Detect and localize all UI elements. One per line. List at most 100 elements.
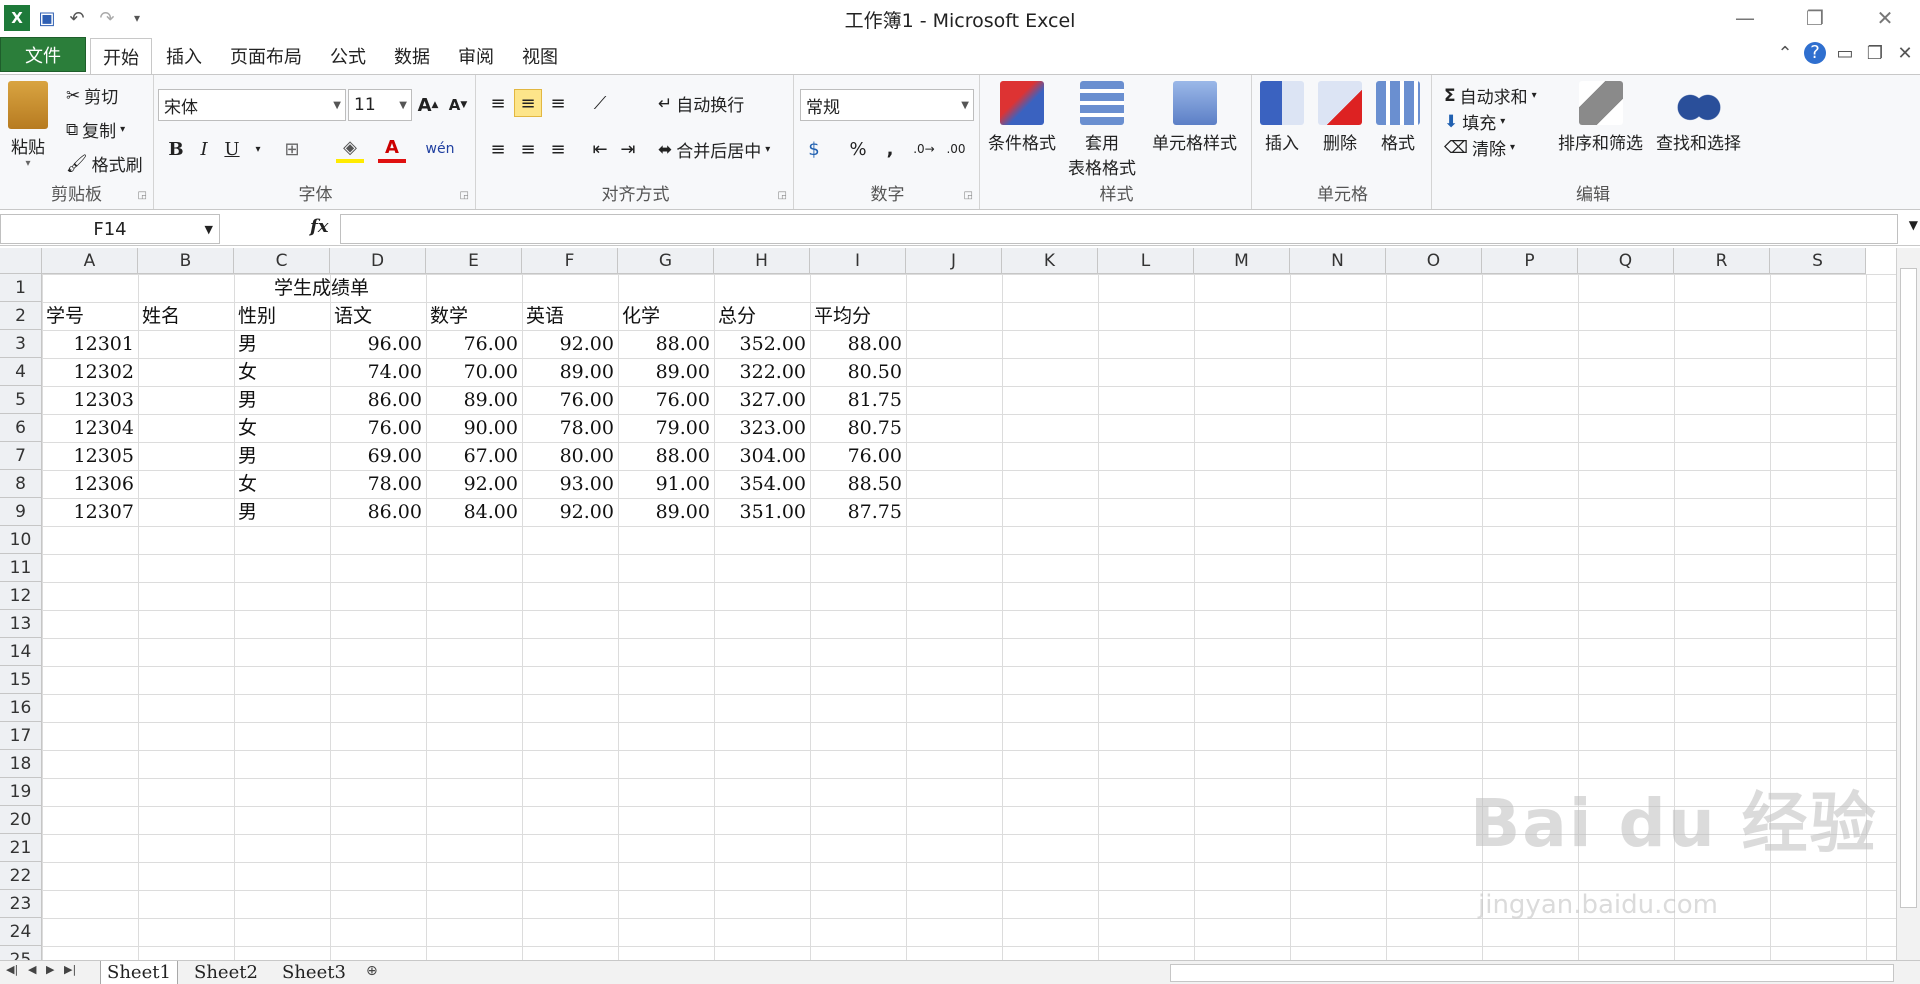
row-header-23[interactable]: 23 bbox=[0, 890, 42, 918]
copy-button[interactable]: ⧉ 复制 ▾ bbox=[66, 117, 125, 143]
border-icon[interactable]: ⊞ bbox=[278, 135, 306, 163]
font-launcher-icon[interactable]: ◲ bbox=[460, 190, 469, 201]
merge-center-button[interactable]: ⬌ 合并后居中 ▾ bbox=[658, 137, 770, 163]
data-cell[interactable]: 74.00 bbox=[330, 358, 426, 386]
workbook-minimize-icon[interactable]: ▭ bbox=[1834, 43, 1856, 64]
column-header-p[interactable]: P bbox=[1482, 248, 1578, 274]
currency-icon[interactable]: $ bbox=[800, 135, 828, 163]
data-cell[interactable] bbox=[138, 386, 234, 414]
data-cell[interactable]: 12301 bbox=[42, 330, 138, 358]
column-header-k[interactable]: K bbox=[1002, 248, 1098, 274]
column-header-g[interactable]: G bbox=[618, 248, 714, 274]
header-cell[interactable]: 平均分 bbox=[810, 302, 906, 330]
tab-review[interactable]: 审阅 bbox=[450, 38, 502, 74]
row-header-4[interactable]: 4 bbox=[0, 358, 42, 386]
alignment-launcher-icon[interactable]: ◲ bbox=[778, 190, 787, 201]
data-cell[interactable]: 80.00 bbox=[522, 442, 618, 470]
wrap-text-button[interactable]: ↵ 自动换行 bbox=[658, 91, 744, 117]
row-header-24[interactable]: 24 bbox=[0, 918, 42, 946]
data-cell[interactable]: 76.00 bbox=[426, 330, 522, 358]
next-sheet-icon[interactable]: ▶ bbox=[46, 963, 54, 976]
data-cell[interactable]: 323.00 bbox=[714, 414, 810, 442]
header-cell[interactable]: 总分 bbox=[714, 302, 810, 330]
tab-page-layout[interactable]: 页面布局 bbox=[222, 38, 310, 74]
align-center-icon[interactable]: ≡ bbox=[514, 135, 542, 163]
header-cell[interactable]: 数学 bbox=[426, 302, 522, 330]
number-launcher-icon[interactable]: ◲ bbox=[964, 190, 973, 201]
data-cell[interactable]: 79.00 bbox=[618, 414, 714, 442]
workbook-restore-icon[interactable]: ❐ bbox=[1864, 43, 1886, 64]
restore-icon[interactable]: ❐ bbox=[1780, 0, 1850, 36]
format-cells-button[interactable]: 格式 bbox=[1376, 81, 1420, 154]
data-cell[interactable]: 89.00 bbox=[618, 498, 714, 526]
column-header-s[interactable]: S bbox=[1770, 248, 1866, 274]
phonetic-icon[interactable]: wén bbox=[426, 135, 455, 163]
data-cell[interactable]: 12304 bbox=[42, 414, 138, 442]
row-header-7[interactable]: 7 bbox=[0, 442, 42, 470]
data-cell[interactable]: 92.00 bbox=[426, 470, 522, 498]
data-cell[interactable]: 89.00 bbox=[522, 358, 618, 386]
row-header-17[interactable]: 17 bbox=[0, 722, 42, 750]
data-cell[interactable]: 322.00 bbox=[714, 358, 810, 386]
select-all-corner[interactable] bbox=[0, 248, 42, 274]
increase-decimal-icon[interactable]: .0→ bbox=[910, 135, 938, 163]
data-cell[interactable]: 76.00 bbox=[618, 386, 714, 414]
row-header-14[interactable]: 14 bbox=[0, 638, 42, 666]
data-cell[interactable]: 88.00 bbox=[810, 330, 906, 358]
autosum-dropdown-icon[interactable]: ▾ bbox=[1532, 90, 1537, 101]
orientation-icon[interactable]: ⟋ bbox=[586, 89, 614, 117]
comma-button[interactable]: , bbox=[876, 135, 904, 163]
increase-indent-icon[interactable]: ⇥ bbox=[614, 135, 642, 163]
paste-dropdown-icon[interactable]: ▾ bbox=[25, 158, 30, 169]
column-header-d[interactable]: D bbox=[330, 248, 426, 274]
tab-data[interactable]: 数据 bbox=[386, 38, 438, 74]
help-icon[interactable]: ? bbox=[1804, 42, 1826, 64]
header-cell[interactable]: 姓名 bbox=[138, 302, 234, 330]
prev-sheet-icon[interactable]: ◀ bbox=[28, 963, 36, 976]
data-cell[interactable]: 男 bbox=[234, 330, 330, 358]
find-select-button[interactable]: 查找和选择 bbox=[1656, 81, 1741, 154]
tab-insert[interactable]: 插入 bbox=[158, 38, 210, 74]
name-box[interactable]: F14 ▼ bbox=[0, 214, 220, 244]
last-sheet-icon[interactable]: ▶| bbox=[64, 963, 76, 976]
percent-button[interactable]: % bbox=[844, 135, 872, 163]
expand-formula-icon[interactable]: ▼ bbox=[1909, 218, 1918, 232]
data-cell[interactable] bbox=[138, 330, 234, 358]
data-cell[interactable]: 67.00 bbox=[426, 442, 522, 470]
tab-formulas[interactable]: 公式 bbox=[322, 38, 374, 74]
row-header-2[interactable]: 2 bbox=[0, 302, 42, 330]
font-color-icon[interactable]: A bbox=[378, 135, 406, 163]
column-header-i[interactable]: I bbox=[810, 248, 906, 274]
data-cell[interactable]: 69.00 bbox=[330, 442, 426, 470]
header-cell[interactable]: 性别 bbox=[234, 302, 330, 330]
minimize-ribbon-icon[interactable]: ⌃ bbox=[1774, 43, 1796, 64]
column-header-a[interactable]: A bbox=[42, 248, 138, 274]
horizontal-scrollbar[interactable] bbox=[1170, 964, 1894, 982]
row-header-13[interactable]: 13 bbox=[0, 610, 42, 638]
data-cell[interactable] bbox=[138, 358, 234, 386]
data-cell[interactable]: 女 bbox=[234, 414, 330, 442]
data-cell[interactable]: 12302 bbox=[42, 358, 138, 386]
data-cell[interactable]: 88.00 bbox=[618, 330, 714, 358]
column-header-h[interactable]: H bbox=[714, 248, 810, 274]
header-cell[interactable]: 英语 bbox=[522, 302, 618, 330]
clear-dropdown-icon[interactable]: ▾ bbox=[1510, 142, 1515, 153]
paste-button[interactable]: 粘贴 ▾ bbox=[8, 81, 48, 169]
data-cell[interactable]: 84.00 bbox=[426, 498, 522, 526]
chevron-down-icon[interactable]: ▼ bbox=[205, 223, 213, 236]
row-header-8[interactable]: 8 bbox=[0, 470, 42, 498]
row-header-22[interactable]: 22 bbox=[0, 862, 42, 890]
data-cell[interactable]: 76.00 bbox=[522, 386, 618, 414]
row-header-15[interactable]: 15 bbox=[0, 666, 42, 694]
underline-dropdown-icon[interactable]: ▾ bbox=[244, 135, 272, 163]
data-cell[interactable]: 352.00 bbox=[714, 330, 810, 358]
clear-button[interactable]: ⌫ 清除 ▾ bbox=[1444, 135, 1515, 161]
row-header-18[interactable]: 18 bbox=[0, 750, 42, 778]
tab-view[interactable]: 视图 bbox=[514, 38, 566, 74]
data-cell[interactable]: 12303 bbox=[42, 386, 138, 414]
cell-styles-button[interactable]: 单元格样式 bbox=[1152, 81, 1237, 154]
insert-cells-button[interactable]: 插入 bbox=[1260, 81, 1304, 154]
row-header-19[interactable]: 19 bbox=[0, 778, 42, 806]
data-cell[interactable]: 92.00 bbox=[522, 498, 618, 526]
data-cell[interactable]: 304.00 bbox=[714, 442, 810, 470]
